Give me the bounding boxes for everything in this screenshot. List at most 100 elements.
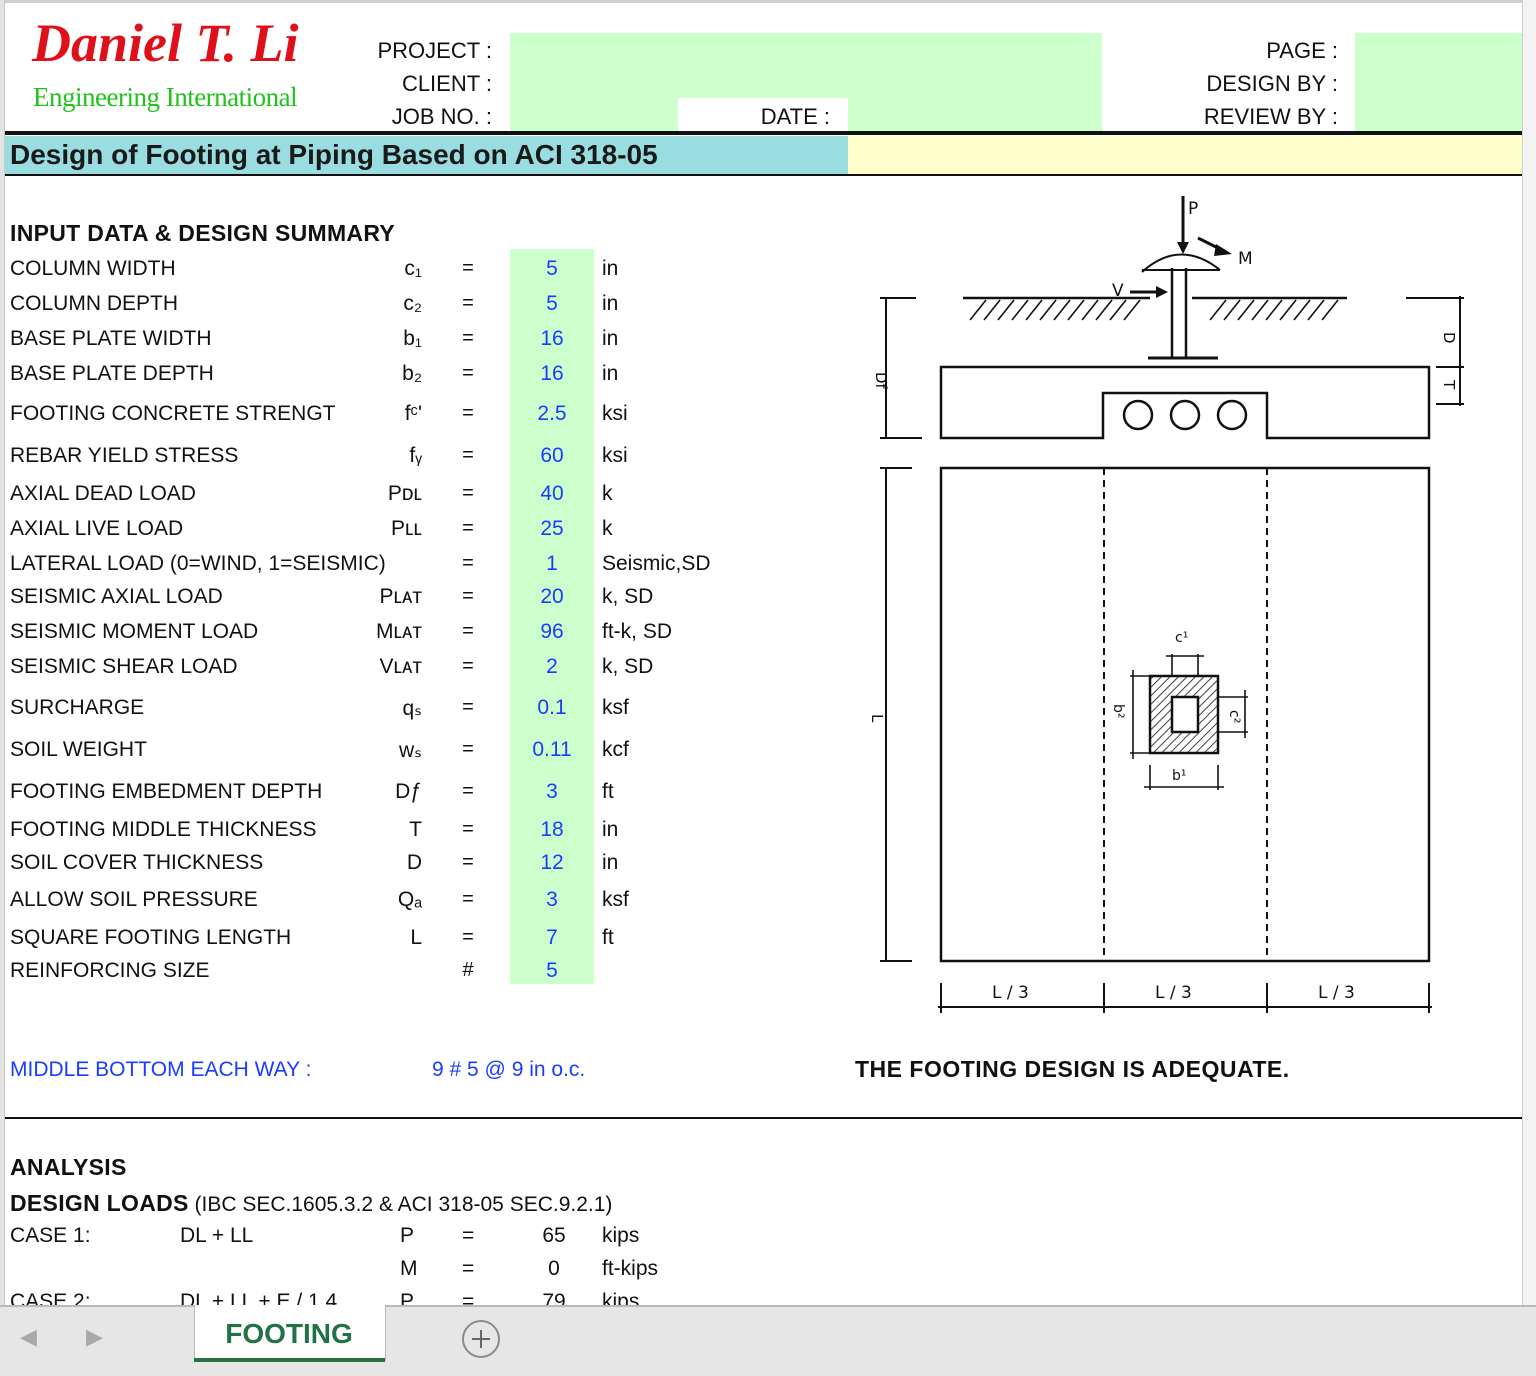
prev-sheet-button[interactable]: ◀ xyxy=(20,1324,37,1350)
input-unit: Seismic,SD xyxy=(602,552,711,575)
input-equals: # xyxy=(462,959,474,981)
input-equals: = xyxy=(462,517,474,539)
input-unit: ksi xyxy=(602,402,628,425)
input-value[interactable]: 16 xyxy=(510,327,594,351)
input-unit: in xyxy=(602,851,619,874)
input-value[interactable]: 0.1 xyxy=(510,696,594,720)
b2-label: b² xyxy=(1110,704,1126,719)
input-unit: in xyxy=(602,292,619,315)
input-equals: = xyxy=(462,444,474,466)
header-rule xyxy=(5,131,1522,135)
input-value[interactable]: 40 xyxy=(510,482,594,506)
input-unit: k, SD xyxy=(602,585,654,608)
input-label: LATERAL LOAD (0=WIND, 1=SEISMIC) xyxy=(10,552,386,575)
logo-name: Daniel T. Li xyxy=(32,13,299,73)
title-rule xyxy=(5,174,1522,176)
design-status: THE FOOTING DESIGN IS ADEQUATE. xyxy=(855,1056,1290,1082)
design-loads-heading: DESIGN LOADS (IBC SEC.1605.3.2 & ACI 318… xyxy=(10,1190,612,1217)
input-symbol: b₂ xyxy=(402,362,422,385)
page-design-review-field[interactable] xyxy=(1355,33,1522,131)
date-field[interactable] xyxy=(848,98,1102,131)
input-label: AXIAL LIVE LOAD xyxy=(10,517,184,540)
input-unit: in xyxy=(602,257,619,280)
input-value[interactable]: 18 xyxy=(510,818,594,842)
input-unit: in xyxy=(602,362,619,385)
input-value[interactable]: 0.11 xyxy=(510,738,594,762)
input-unit: kcf xyxy=(602,738,629,761)
analysis-rule xyxy=(5,1117,1522,1119)
p-label: P xyxy=(1188,199,1198,219)
analysis-unit: kips xyxy=(602,1224,640,1247)
input-value[interactable]: 20 xyxy=(510,585,594,609)
grid-top-edge xyxy=(0,0,1536,3)
input-unit: ft-k, SD xyxy=(602,620,673,643)
input-equals: = xyxy=(462,738,474,760)
input-value[interactable]: 12 xyxy=(510,851,594,875)
add-sheet-icon[interactable] xyxy=(462,1320,500,1358)
project-label: PROJECT : xyxy=(377,38,492,63)
analysis-value: 0 xyxy=(548,1257,560,1280)
jobno-field[interactable] xyxy=(510,98,678,131)
input-symbol: b₁ xyxy=(403,327,422,350)
input-symbol: c₂ xyxy=(403,292,422,315)
c1-label: c¹ xyxy=(1175,630,1188,646)
input-unit: k, SD xyxy=(602,655,654,678)
input-equals: = xyxy=(462,926,474,948)
jobno-label: JOB NO. : xyxy=(391,104,492,129)
designby-label: DESIGN BY : xyxy=(1206,71,1338,96)
input-unit: in xyxy=(602,327,619,350)
input-symbol: fᶜ' xyxy=(404,402,422,425)
input-symbol: L xyxy=(410,926,422,949)
input-equals: = xyxy=(462,585,474,607)
input-equals: = xyxy=(462,482,474,504)
input-value[interactable]: 2.5 xyxy=(510,402,594,426)
input-unit: ft xyxy=(602,926,614,949)
input-label: FOOTING EMBEDMENT DEPTH xyxy=(10,780,323,803)
sheet-tab-label: FOOTING xyxy=(225,1318,353,1349)
input-label: SQUARE FOOTING LENGTH xyxy=(10,926,292,949)
l-label: L xyxy=(868,714,886,723)
input-label: SEISMIC MOMENT LOAD xyxy=(10,620,259,643)
input-symbol: T xyxy=(409,818,422,841)
input-unit: k xyxy=(602,482,613,505)
input-unit: ksi xyxy=(602,444,628,467)
date-label: DATE : xyxy=(760,104,830,129)
input-symbol: Dƒ xyxy=(395,780,422,803)
input-value[interactable]: 16 xyxy=(510,362,594,386)
analysis-value: 65 xyxy=(542,1224,566,1247)
input-value[interactable]: 1 xyxy=(510,552,594,576)
title-band-right xyxy=(848,136,1522,174)
input-symbol: wₛ xyxy=(399,739,422,762)
third-label-1: L / 3 xyxy=(992,983,1029,1003)
input-value[interactable]: 96 xyxy=(510,620,594,644)
third-label-3: L / 3 xyxy=(1318,983,1355,1003)
input-equals: = xyxy=(462,620,474,642)
input-label: FOOTING CONCRETE STRENGT xyxy=(10,402,336,425)
input-label: COLUMN DEPTH xyxy=(10,292,179,315)
input-value[interactable]: 60 xyxy=(510,444,594,468)
input-equals: = xyxy=(462,257,474,279)
input-value[interactable]: 25 xyxy=(510,517,594,541)
input-equals: = xyxy=(462,362,474,384)
client-label: CLIENT : xyxy=(401,71,492,96)
input-value[interactable]: 3 xyxy=(510,888,594,912)
vertical-scrollbar[interactable] xyxy=(1522,0,1536,1305)
column-plan xyxy=(1170,695,1200,734)
input-label: SURCHARGE xyxy=(10,696,145,719)
input-value[interactable]: 5 xyxy=(510,292,594,316)
input-symbol: Pʟʟ xyxy=(391,517,422,540)
next-sheet-button[interactable]: ▶ xyxy=(86,1324,103,1350)
ground-hatch xyxy=(969,299,1339,321)
project-client-field[interactable] xyxy=(510,33,1102,98)
input-label: REINFORCING SIZE xyxy=(10,959,210,982)
analysis-unit: ft-kips xyxy=(602,1257,659,1280)
input-label: SOIL COVER THICKNESS xyxy=(10,851,264,874)
reviewby-label: REVIEW BY : xyxy=(1203,104,1338,129)
pipe-circle-2 xyxy=(1169,399,1201,431)
input-value[interactable]: 5 xyxy=(510,257,594,281)
input-value[interactable]: 7 xyxy=(510,926,594,950)
input-value[interactable]: 5 xyxy=(510,959,594,983)
input-value[interactable]: 2 xyxy=(510,655,594,679)
input-label: ALLOW SOIL PRESSURE xyxy=(10,888,258,911)
input-value[interactable]: 3 xyxy=(510,780,594,804)
